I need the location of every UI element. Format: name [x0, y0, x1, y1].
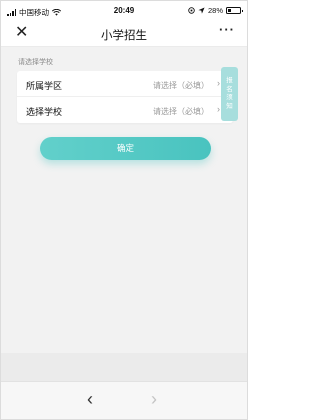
- nav-bar: ✕ 小学招生 ···: [1, 21, 247, 47]
- school-row[interactable]: 选择学校 请选择（必填） ›: [17, 97, 233, 123]
- orientation-lock-icon: [188, 7, 195, 14]
- side-tab-char: 报: [226, 77, 233, 84]
- confirm-button[interactable]: 确定: [40, 137, 211, 160]
- forward-arrow-icon[interactable]: ›: [151, 389, 157, 410]
- chevron-right-icon: ›: [217, 104, 220, 114]
- school-label: 选择学校: [26, 107, 63, 117]
- side-tab-char: 须: [226, 94, 233, 101]
- location-icon: [198, 7, 205, 14]
- more-icon[interactable]: ···: [219, 22, 235, 37]
- registration-notice-tab[interactable]: 报 名 须 知: [221, 67, 238, 121]
- battery-fill: [228, 9, 232, 12]
- browser-nav-bar: ‹ ›: [1, 381, 247, 419]
- form-card: 所属学区 请选择（必填） › 选择学校 请选择（必填） ›: [17, 71, 233, 123]
- status-right: 28%: [188, 6, 243, 15]
- footer-band: [1, 353, 247, 381]
- phone-screen: 中国移动 20:49 28% ✕ 小学招生 ··· 请选择学校 所属学区 请选择…: [0, 0, 248, 420]
- page-title: 小学招生: [101, 30, 147, 42]
- side-tab-char: 知: [226, 102, 233, 110]
- chevron-right-icon: ›: [217, 78, 220, 88]
- side-tab-char: 名: [226, 85, 233, 93]
- battery-icon: [226, 7, 243, 14]
- back-arrow-icon[interactable]: ‹: [87, 389, 93, 410]
- status-bar: 中国移动 20:49 28%: [1, 1, 247, 21]
- district-select[interactable]: 请选择（必填）: [153, 80, 209, 91]
- section-label: 请选择学校: [18, 59, 53, 66]
- district-label: 所属学区: [26, 81, 63, 91]
- battery-percent: 28%: [207, 6, 223, 15]
- school-select[interactable]: 请选择（必填）: [153, 106, 209, 117]
- district-row[interactable]: 所属学区 请选择（必填） ›: [17, 71, 233, 97]
